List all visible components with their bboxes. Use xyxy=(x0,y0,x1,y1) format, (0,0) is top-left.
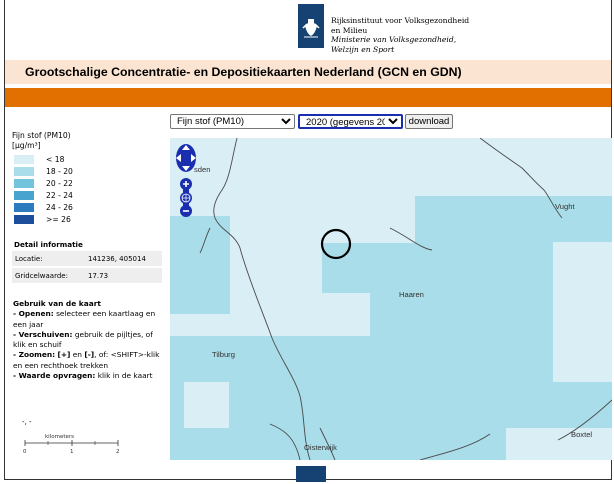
detail-row-location: Locatie: 141236, 405014 xyxy=(12,251,162,266)
coat-of-arms-icon xyxy=(298,4,324,48)
usage-open: - Openen: selecteer een kaartlaag en een… xyxy=(13,309,156,329)
legend-swatch xyxy=(14,155,34,164)
detail-key: Gridcelwaarde: xyxy=(15,272,68,280)
legend-title: Fijn stof (PM10) xyxy=(12,131,71,140)
zoom-in-icon[interactable] xyxy=(180,178,192,190)
legend-swatch xyxy=(14,203,34,212)
place-label-tilburg: Tilburg xyxy=(212,350,235,359)
usage-zoom: - Zoomen: [+] en [-], of: <SHIFT>-klik e… xyxy=(13,350,160,370)
legend: Fijn stof (PM10) [µg/m³] < 18 18 - 20 20 -… xyxy=(12,131,164,226)
place-label-haaren: Haaren xyxy=(399,290,424,299)
usage-title: Gebruik van de kaart xyxy=(13,299,101,308)
page-title: Grootschalige Concentratie- en Depositie… xyxy=(25,65,462,79)
legend-swatch xyxy=(14,215,34,224)
usage-move: - Verschuiven: gebruik de pijltjes, of k… xyxy=(13,329,153,350)
detail-value: 17.73 xyxy=(88,272,109,280)
legend-item: 24 - 26 xyxy=(12,202,164,214)
legend-label: 22 - 24 xyxy=(46,191,73,200)
scale-tick-0: 0 xyxy=(23,449,27,454)
ministry-line1: Ministerie van Volksgezondheid, xyxy=(331,35,457,44)
map-canvas[interactable] xyxy=(170,138,612,460)
cursor-coordinates: -, - xyxy=(22,418,32,426)
legend-label: 18 - 20 xyxy=(46,167,73,176)
orange-band xyxy=(5,88,611,107)
legend-swatch xyxy=(14,167,34,176)
legend-item: 20 - 22 xyxy=(12,178,164,190)
place-label-boxtel: Boxtel xyxy=(571,430,593,439)
place-label-oisterwijk: Oisterwijk xyxy=(304,443,337,452)
legend-item: >= 26 xyxy=(12,214,164,226)
globe-icon[interactable] xyxy=(180,192,192,204)
legend-item: 18 - 20 xyxy=(12,166,164,178)
detail-key: Locatie: xyxy=(15,255,43,263)
map-view[interactable]: sden Vught Haaren Tilburg Oisterwijk Box… xyxy=(170,138,612,460)
scale-tick-1: 1 xyxy=(70,449,74,454)
legend-label: 24 - 26 xyxy=(46,203,73,212)
year-select[interactable]: 2020 (gegevens 2020) xyxy=(298,114,403,129)
detail-title: Detail informatie xyxy=(14,240,83,249)
org-name-line2: en Milieu xyxy=(331,25,368,35)
footer-tab xyxy=(296,466,326,482)
detail-table: Locatie: 141236, 405014 Gridcelwaarde: 1… xyxy=(12,251,162,285)
legend-list: < 18 18 - 20 20 - 22 22 - 24 24 - 26 >= 26 xyxy=(12,154,164,226)
org-name-line1: Rijksinstituut voor Volksgezondheid xyxy=(331,16,470,25)
legend-item: < 18 xyxy=(12,154,164,166)
scale-tick-2: 2 xyxy=(116,449,120,454)
component-select[interactable]: Fijn stof (PM10) xyxy=(170,114,295,129)
download-button[interactable]: download xyxy=(405,114,453,129)
ministry-line2: Welzijn en Sport xyxy=(331,44,395,54)
legend-label: >= 26 xyxy=(46,215,71,224)
detail-row-gridvalue: Gridcelwaarde: 17.73 xyxy=(12,268,162,283)
legend-label: 20 - 22 xyxy=(46,179,73,188)
map-nav-controls xyxy=(176,144,196,217)
detail-value: 141236, 405014 xyxy=(88,255,146,263)
place-label-vught: Vught xyxy=(555,202,575,211)
title-band: Grootschalige Concentratie- en Depositie… xyxy=(5,60,611,84)
pan-arrows-icon[interactable] xyxy=(176,144,196,172)
legend-unit: [µg/m³] xyxy=(12,141,41,150)
legend-swatch xyxy=(14,179,34,188)
legend-swatch xyxy=(14,191,34,200)
legend-label: < 18 xyxy=(46,155,65,164)
usage-instructions: Gebruik van de kaart - Openen: selecteer… xyxy=(13,299,163,381)
zoom-out-icon[interactable] xyxy=(180,205,192,217)
scale-unit: kilometers xyxy=(45,434,74,440)
legend-item: 22 - 24 xyxy=(12,190,164,202)
scale-bar: kilometers 0 1 2 xyxy=(18,432,128,455)
usage-value: - Waarde opvragen: klik in de kaart xyxy=(13,371,153,381)
